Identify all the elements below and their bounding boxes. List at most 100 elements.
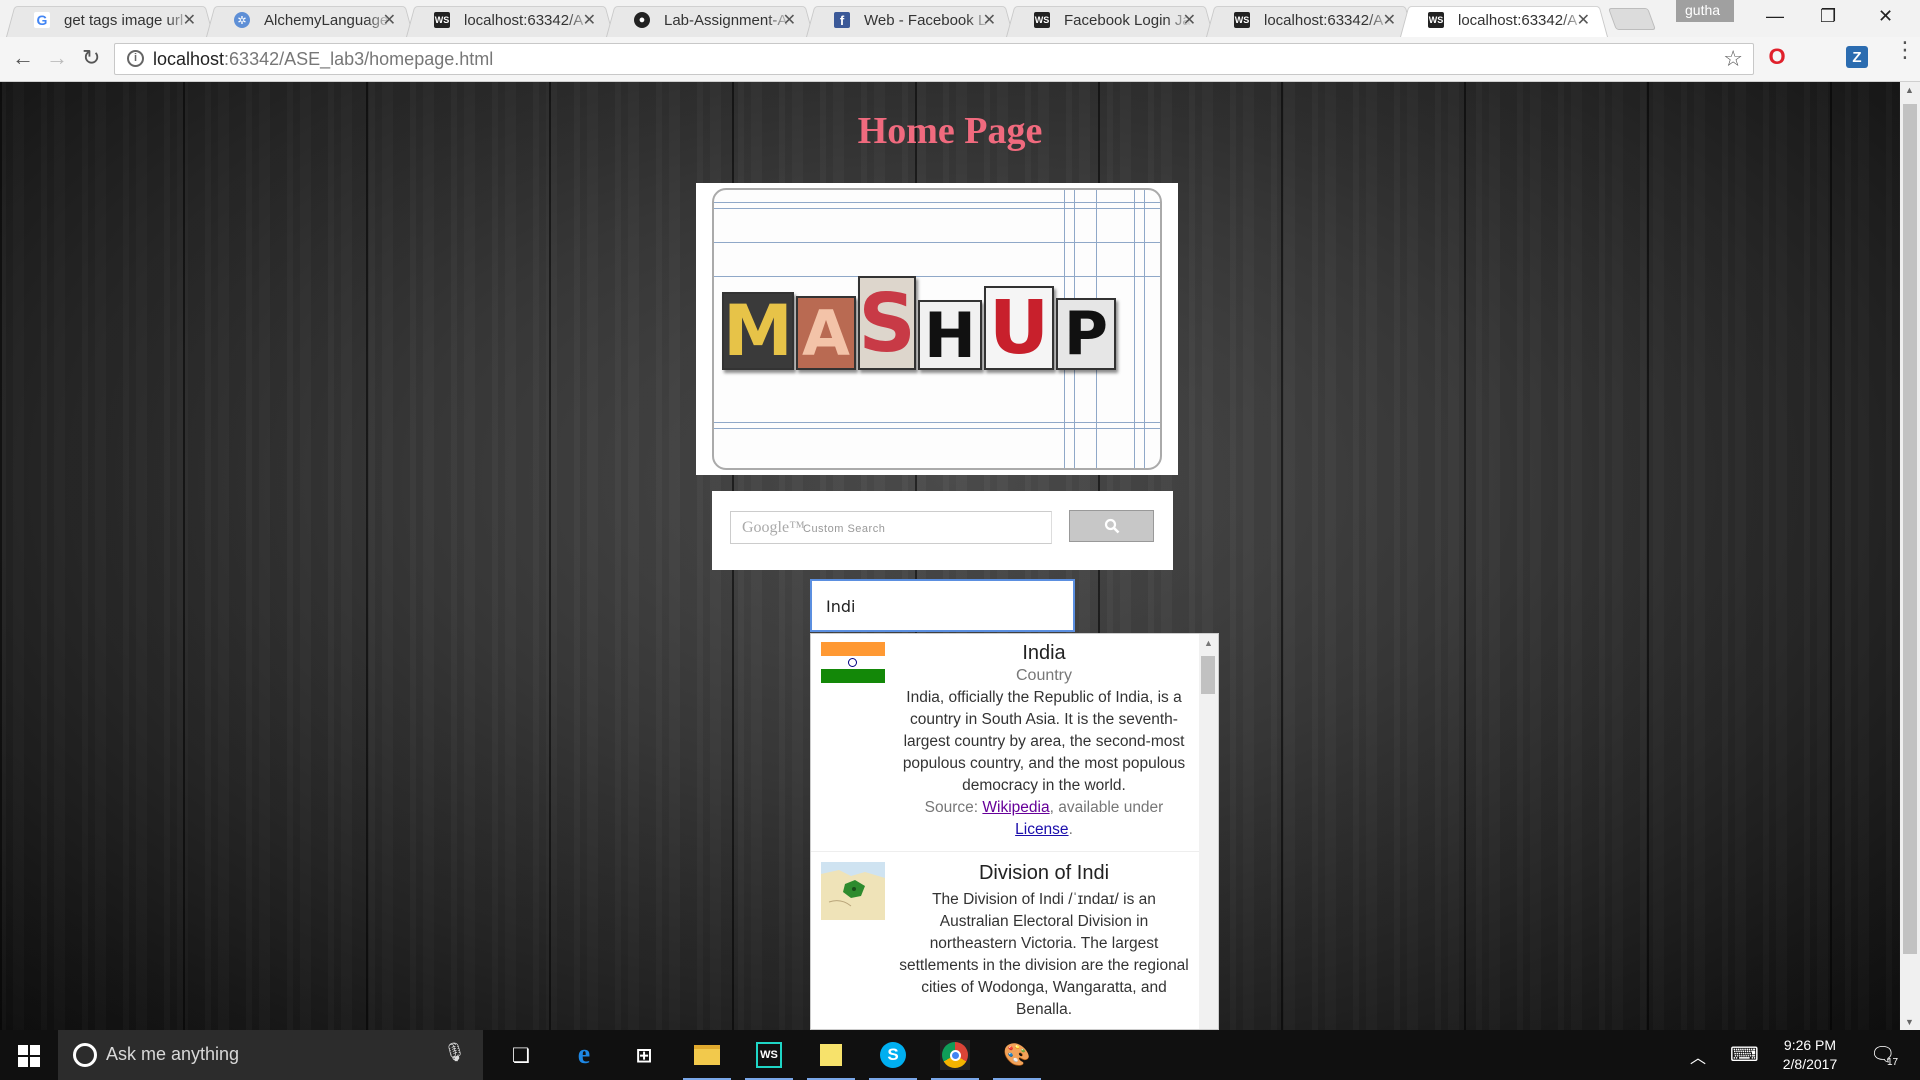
- wikipedia-link[interactable]: Wikipedia: [982, 799, 1049, 816]
- google-brand: Google™: [742, 519, 805, 536]
- scroll-down-icon[interactable]: ▼: [1905, 1017, 1914, 1027]
- microphone-icon[interactable]: 🎙: [443, 1042, 466, 1063]
- browser-tab[interactable]: WS localhost:63342/A ✕: [1206, 3, 1414, 37]
- logo-letter: P: [1056, 298, 1116, 370]
- file-explorer-icon[interactable]: [683, 1040, 731, 1080]
- suggestion-description: India, officially the Republic of India,…: [902, 689, 1186, 794]
- dropdown-scrollbar[interactable]: ▲: [1199, 634, 1218, 1029]
- tab-title: Lab-Assignment-A: [664, 11, 788, 29]
- browser-tab[interactable]: ● Lab-Assignment-A ✕: [606, 3, 814, 37]
- mashup-letters: M A S H U P: [722, 276, 1116, 372]
- cortana-placeholder: Ask me anything: [106, 1044, 240, 1064]
- suggestion-description: The Division of Indi /ˈɪndaɪ/ is an Aust…: [899, 891, 1189, 1018]
- india-flag-icon: [821, 642, 885, 683]
- suggestion-item[interactable]: Division of Indi The Division of Indi /ˈ…: [811, 862, 1201, 1029]
- close-tab-icon[interactable]: ✕: [1577, 10, 1590, 30]
- url-text: localhost:63342/ASE_lab3/homepage.html: [153, 49, 493, 70]
- forward-icon[interactable]: →: [46, 45, 68, 71]
- zotero-icon[interactable]: Z: [1846, 46, 1868, 68]
- browser-tab[interactable]: G get tags image url ✕: [6, 3, 214, 37]
- facebook-icon: f: [834, 12, 850, 28]
- minimize-icon[interactable]: —: [1766, 6, 1784, 27]
- alchemy-icon: ✲: [234, 12, 250, 28]
- suggestion-name: Division of Indi: [978, 862, 1110, 884]
- edge-icon[interactable]: e: [569, 1039, 599, 1070]
- page-title: Home Page: [857, 110, 1043, 152]
- scrollbar-thumb[interactable]: [1903, 104, 1917, 954]
- browser-tab[interactable]: ✲ AlchemyLanguage ✕: [206, 3, 414, 37]
- cortana-search[interactable]: Ask me anything 🎙: [58, 1030, 483, 1080]
- page-scrollbar[interactable]: ▲ ▼: [1900, 82, 1920, 1030]
- tab-strip: G get tags image url ✕ ✲ AlchemyLanguage…: [0, 0, 1920, 37]
- logo-letter: U: [984, 285, 1054, 371]
- close-tab-icon[interactable]: ✕: [783, 10, 796, 30]
- browser-tab[interactable]: f Web - Facebook L ✕: [806, 3, 1014, 37]
- github-icon: ●: [634, 12, 650, 28]
- start-button[interactable]: [18, 1045, 40, 1067]
- license-link[interactable]: License: [1015, 821, 1068, 838]
- google-icon: G: [34, 12, 50, 28]
- browser-tab[interactable]: WS Facebook Login Ja ✕: [1006, 3, 1214, 37]
- suggestion-category: Country: [1015, 667, 1073, 684]
- tab-title: localhost:63342/A: [1458, 11, 1578, 29]
- suggestion-source: Source: Wikipedia, available under Licens…: [897, 797, 1191, 841]
- suggestion-item[interactable]: India Country India, officially the Repu…: [811, 642, 1201, 852]
- logo-letter: H: [918, 299, 982, 372]
- address-bar[interactable]: i localhost:63342/ASE_lab3/homepage.html…: [114, 43, 1754, 75]
- system-clock[interactable]: 9:26 PM 2/8/2017: [1770, 1036, 1850, 1074]
- browser-tab-active[interactable]: WS localhost:63342/A ✕: [1400, 3, 1608, 37]
- reload-icon[interactable]: ↻: [82, 45, 100, 71]
- search-button[interactable]: [1069, 510, 1154, 542]
- info-icon[interactable]: i: [127, 50, 144, 67]
- scroll-up-icon[interactable]: ▲: [1204, 638, 1213, 648]
- logo-image: M A S H U P: [712, 188, 1162, 470]
- bookmark-star-icon[interactable]: ☆: [1723, 46, 1743, 72]
- close-tab-icon[interactable]: ✕: [383, 10, 396, 30]
- store-icon[interactable]: ⊞: [629, 1040, 659, 1070]
- show-hidden-icons[interactable]: ︿: [1690, 1044, 1706, 1080]
- task-view-icon[interactable]: ❏: [506, 1040, 536, 1070]
- skype-icon[interactable]: S: [869, 1040, 917, 1080]
- entity-search-box[interactable]: [810, 579, 1075, 632]
- close-window-icon[interactable]: ✕: [1878, 6, 1893, 27]
- back-icon[interactable]: ←: [12, 45, 34, 71]
- entity-search-input[interactable]: [826, 595, 1056, 617]
- url-host: localhost: [153, 49, 225, 69]
- profile-button[interactable]: gutha: [1676, 0, 1734, 22]
- sticky-notes-icon[interactable]: [807, 1040, 855, 1080]
- restore-icon[interactable]: ❐: [1820, 6, 1836, 27]
- opera-icon[interactable]: O: [1766, 44, 1788, 69]
- close-tab-icon[interactable]: ✕: [583, 10, 596, 30]
- webstorm-icon: WS: [434, 12, 450, 28]
- webstorm-icon: WS: [1234, 12, 1250, 28]
- chrome-icon[interactable]: [931, 1040, 979, 1080]
- menu-icon[interactable]: ⋮: [1894, 39, 1916, 61]
- source-prefix: Source:: [924, 799, 983, 816]
- browser-tab[interactable]: WS localhost:63342/A ✕: [406, 3, 614, 37]
- paint-icon[interactable]: 🎨: [993, 1040, 1041, 1080]
- webstorm-icon[interactable]: WS: [745, 1040, 793, 1080]
- suggestion-dropdown: India Country India, officially the Repu…: [810, 633, 1219, 1030]
- scroll-up-icon[interactable]: ▲: [1905, 85, 1914, 95]
- page-viewport: Home Page M A S H U P Google™ Custom Sea…: [0, 82, 1900, 1030]
- custom-search-input[interactable]: Google™ Custom Search: [730, 511, 1052, 544]
- browser-toolbar: ← → ↻ i localhost:63342/ASE_lab3/homepag…: [0, 37, 1920, 82]
- close-tab-icon[interactable]: ✕: [183, 10, 196, 30]
- close-tab-icon[interactable]: ✕: [1383, 10, 1396, 30]
- clock-time: 9:26 PM: [1783, 1037, 1837, 1053]
- logo-letter: S: [858, 276, 916, 370]
- clock-date: 2/8/2017: [1782, 1056, 1838, 1072]
- keyboard-icon[interactable]: ⌨: [1730, 1042, 1759, 1080]
- webstorm-icon: WS: [1428, 12, 1444, 28]
- new-tab-button[interactable]: [1607, 8, 1657, 30]
- tab-title: get tags image url: [64, 11, 184, 29]
- mashup-logo: M A S H U P: [696, 183, 1178, 475]
- tab-title: Web - Facebook L: [864, 11, 987, 29]
- tab-title: localhost:63342/A: [1264, 11, 1384, 29]
- close-tab-icon[interactable]: ✕: [1183, 10, 1196, 30]
- windows-taskbar: Ask me anything 🎙 ❏ e ⊞ WS S 🎨 ︿ ⌨ 9:26 …: [0, 1030, 1920, 1080]
- close-tab-icon[interactable]: ✕: [983, 10, 996, 30]
- search-placeholder: Custom Search: [803, 523, 886, 535]
- tab-title: localhost:63342/A: [464, 11, 584, 29]
- notification-count: 17: [1887, 1057, 1899, 1068]
